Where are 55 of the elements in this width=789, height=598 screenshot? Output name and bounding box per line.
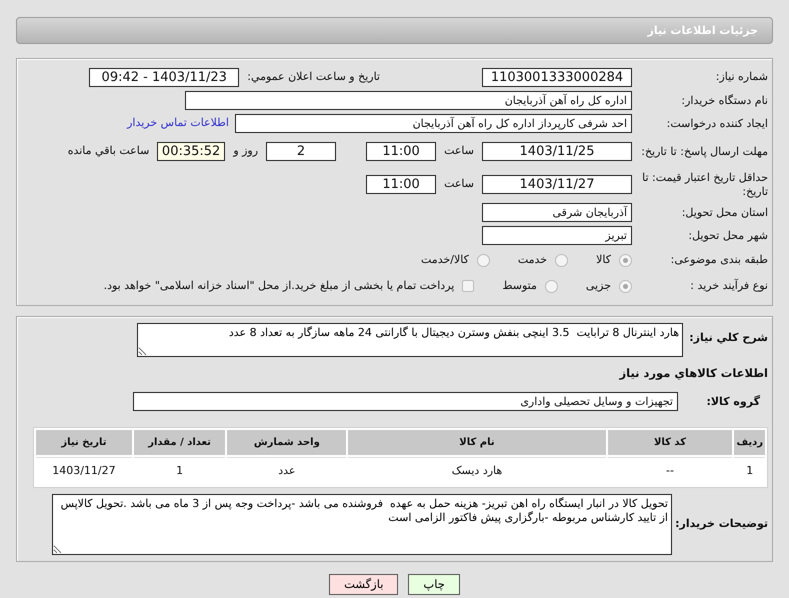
radio-button[interactable] (544, 280, 558, 292)
field-label: نوع فرآیند خرید : (689, 279, 768, 293)
field-label: شماره نیاز: (714, 70, 768, 84)
field-label: طبقه بندی موضوعی: (670, 253, 768, 267)
field-label: نام دستگاه خریدار: (680, 94, 768, 108)
field-label: گروه کالا: (705, 394, 761, 409)
radio-button[interactable] (555, 254, 568, 266)
column-header: تعداد / مقدار (134, 430, 226, 456)
print-button[interactable]: چاپ (408, 574, 460, 595)
notes-box[interactable]: تحویل کالا در انبار ایستگاه راه اهن تبریز- هزینه حمل به عهده فروشنده می باشد -پرداخت وجه پس از 3 ماه می باشد .تحویل کالاپس از تایید کارشناس مربوطه -بارگزاری پیش فاکتور الزامی است (52, 494, 672, 555)
field-label: استان محل تحویل: (680, 206, 768, 220)
column-header: کد کالا (608, 430, 732, 456)
back-button[interactable]: بازگشت (329, 574, 398, 595)
field-value: آذربایجان شرقی (482, 203, 632, 222)
field-value: 2 (266, 142, 336, 161)
contact-link[interactable]: اطلاعات تماس خریدار (121, 115, 235, 132)
field-value: 00:35:52 (157, 142, 226, 161)
field-value: 11:00 (366, 175, 436, 194)
field-value: تجهیزات و وسایل تحصیلی واداری (133, 392, 678, 412)
option-label: کالا (596, 252, 611, 268)
field-label: ساعت باقي مانده (66, 143, 150, 160)
column-header: واحد شمارش (227, 430, 346, 456)
option-label: کالا/خدمت (421, 252, 469, 268)
field-label: مهلت ارسال پاسخ: تا تاریخ: (640, 144, 768, 158)
field-label: شرح کلي نياز: (688, 330, 768, 345)
radio-button[interactable] (619, 280, 632, 292)
field-label: تاریخ و ساعت اعلان عمومي: (246, 68, 381, 85)
description-box[interactable]: هارد اینترنال 8 ترابایت 3.5 اینچی بنفش وسترن دیجیتال با گارانتی 24 ماهه سازگار به تعداد 8 عدد (137, 323, 683, 357)
field-label: روز و (232, 143, 260, 160)
field-value: اداره کل راه آهن آذربایجان (185, 91, 632, 110)
field-label: ایجاد کننده درخواست: (666, 116, 768, 130)
field-value: 1103001333000284 (482, 68, 632, 86)
field-value: 1403/11/27 (482, 175, 632, 194)
field-label: توضیحات خریدار: (674, 517, 768, 532)
field-label: ساعت (443, 176, 475, 192)
section-title: اطلاعات کالاهاي مورد نياز (618, 365, 768, 382)
field-value: 1403/11/25 (482, 142, 632, 161)
option-label: جزیی (586, 278, 611, 294)
checkbox[interactable] (462, 280, 474, 292)
field-value: تبریز (482, 226, 632, 245)
option-label: خدمت (518, 252, 548, 268)
column-header: نام کالا (348, 430, 606, 456)
field-value: احد شرفی کارپرداز اداره کل راه آهن آذربایجان (235, 114, 632, 133)
page-title: جزئیات اطلاعات نیاز (648, 23, 759, 39)
column-header: ردیف (734, 430, 765, 456)
field-value: 11:00 (366, 142, 436, 161)
field-label: شهر محل تحویل: (687, 228, 768, 242)
field-label: حداقل تاریخ اعتبار قیمت: تا تاریخ: (641, 170, 768, 198)
radio-button[interactable] (476, 254, 490, 266)
checkbox-label: پرداخت تمام یا بخشی از مبلغ خرید.از محل "اسناد خزانه اسلامی" خواهد بود. (104, 278, 454, 294)
column-header: تاریخ نیاز (36, 430, 132, 456)
field-label: ساعت (443, 143, 475, 160)
field-value: 1403/11/23 - 09:42 (89, 68, 240, 86)
option-label: متوسط (502, 278, 537, 294)
radio-button[interactable] (619, 254, 632, 266)
